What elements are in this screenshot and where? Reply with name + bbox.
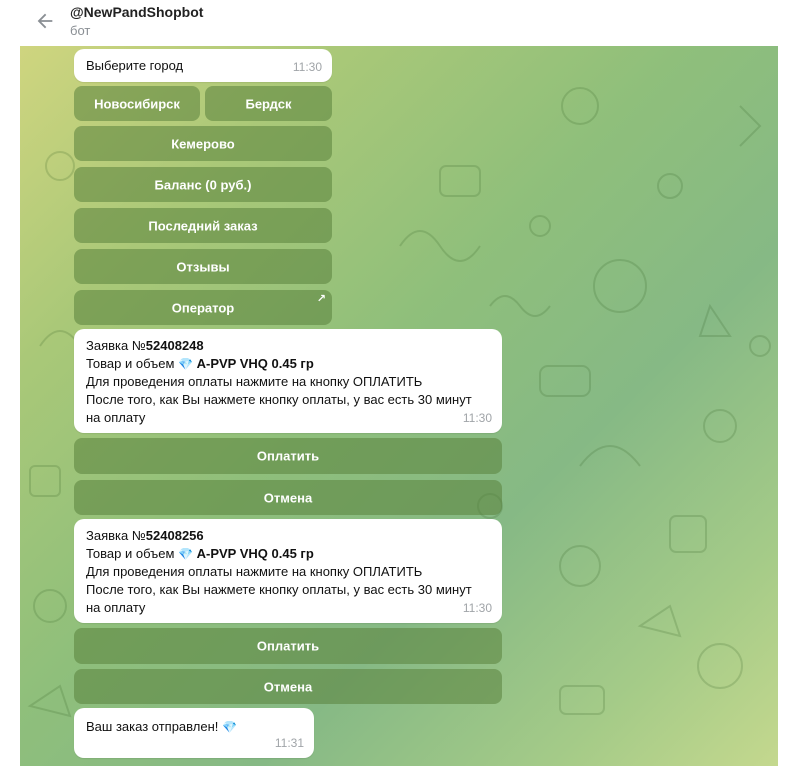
order-message-2: Заявка №52408256 Товар и объем 💎 A-PVP V… xyxy=(74,519,502,623)
order-title: Заявка №52408256 xyxy=(86,527,490,545)
chat-header: @NewPandShopbot бот xyxy=(0,0,800,46)
order-prefix: Заявка № xyxy=(86,528,146,543)
external-link-icon: ↗ xyxy=(316,293,326,305)
order-title: Заявка №52408248 xyxy=(86,337,490,355)
button-label: Отмена xyxy=(263,490,313,505)
product-name: A-PVP VHQ 0.45 гр xyxy=(196,356,314,371)
order-product: Товар и объем 💎 A-PVP VHQ 0.45 гр xyxy=(86,545,490,563)
message-text: Ваш заказ отправлен! xyxy=(86,719,219,734)
message-choose-city: Выберите город 11:30 xyxy=(74,49,332,82)
chat-subtitle: бот xyxy=(70,23,91,38)
last-order-button[interactable]: Последний заказ xyxy=(74,208,332,243)
city-button-berdsk[interactable]: Бердск xyxy=(205,86,332,121)
order-number: 52408248 xyxy=(145,338,204,353)
chat-area[interactable]: Выберите город 11:30 Новосибирск Бердск … xyxy=(20,46,778,766)
button-label: Бердск xyxy=(245,96,292,111)
city-button-novosibirsk[interactable]: Новосибирск xyxy=(74,86,200,121)
order-prefix: Заявка № xyxy=(86,338,146,353)
button-label: Оплатить xyxy=(256,638,320,654)
reviews-button[interactable]: Отзывы xyxy=(74,249,332,284)
cancel-button-2[interactable]: Отмена xyxy=(74,669,502,704)
pay-button-2[interactable]: Оплатить xyxy=(74,628,502,664)
order-number: 52408256 xyxy=(145,528,204,543)
button-label: Оператор xyxy=(171,300,235,315)
button-label: Новосибирск xyxy=(94,96,180,111)
message-time: 11:30 xyxy=(462,601,492,615)
product-name: A-PVP VHQ 0.45 гр xyxy=(196,546,314,561)
order-line-3: Для проведения оплаты нажмите на кнопку … xyxy=(86,374,423,389)
message-time: 11:31 xyxy=(274,736,304,750)
gem-icon: 💎 xyxy=(178,547,193,561)
product-label: Товар и объем xyxy=(86,356,175,371)
button-label: Последний заказ xyxy=(148,218,258,233)
button-label: Отмена xyxy=(263,679,313,694)
message-time: 11:30 xyxy=(292,60,322,74)
gem-icon: 💎 xyxy=(178,357,193,371)
order-product: Товар и объем 💎 A-PVP VHQ 0.45 гр xyxy=(86,355,490,373)
gem-icon: 💎 xyxy=(222,720,237,734)
cancel-button-1[interactable]: Отмена xyxy=(74,480,502,515)
button-label: Баланс (0 руб.) xyxy=(154,177,252,192)
product-label: Товар и объем xyxy=(86,546,175,561)
order-line-3: Для проведения оплаты нажмите на кнопку … xyxy=(86,564,423,579)
order-line-4: После того, как Вы нажмете кнопку оплаты… xyxy=(86,392,472,407)
order-sent-message: Ваш заказ отправлен! 💎 11:31 xyxy=(74,708,314,758)
button-label: Оплатить xyxy=(256,448,320,464)
city-button-kemerovo[interactable]: Кемерово xyxy=(74,126,332,161)
message-time: 11:30 xyxy=(462,411,492,425)
message-text: Выберите город xyxy=(86,58,184,73)
back-arrow-icon[interactable] xyxy=(34,10,56,32)
operator-button[interactable]: Оператор ↗ xyxy=(74,290,332,325)
order-line-5: на оплату xyxy=(86,410,146,425)
button-label: Отзывы xyxy=(176,259,230,274)
chat-title[interactable]: @NewPandShopbot xyxy=(70,4,203,20)
order-message-1: Заявка №52408248 Товар и объем 💎 A-PVP V… xyxy=(74,329,502,433)
balance-button[interactable]: Баланс (0 руб.) xyxy=(74,167,332,202)
order-line-4: После того, как Вы нажмете кнопку оплаты… xyxy=(86,582,472,597)
pay-button-1[interactable]: Оплатить xyxy=(74,438,502,474)
button-label: Кемерово xyxy=(171,136,235,151)
order-line-5: на оплату xyxy=(86,600,146,615)
